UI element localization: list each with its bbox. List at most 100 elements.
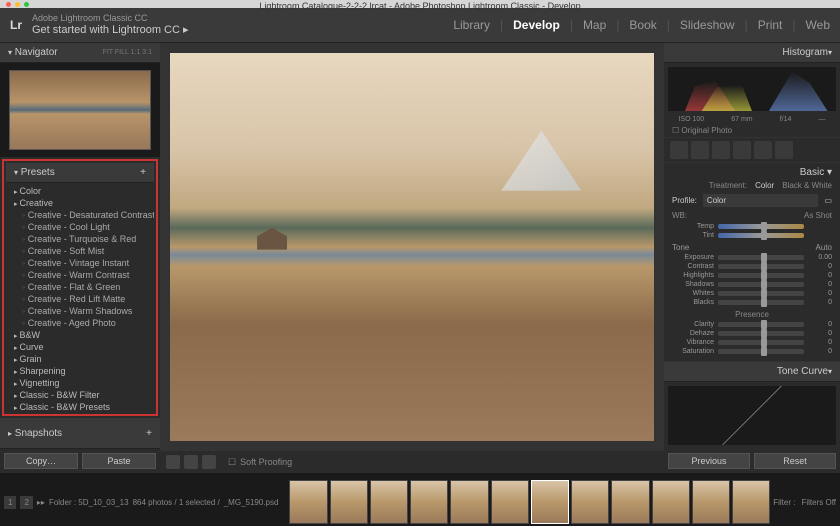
right-panel: Histogram ▾ ISO 100 67 mm f/14 — ☐ Origi… [664, 43, 840, 473]
shadows-slider[interactable] [718, 282, 804, 287]
window-title: Lightroom Catalogue-2-2-2.lrcat - Adobe … [259, 1, 580, 11]
saturation-slider[interactable] [718, 349, 804, 354]
app-name: Adobe Lightroom Classic CC [32, 14, 189, 24]
minimize-icon[interactable] [15, 2, 20, 7]
dehaze-slider[interactable] [718, 331, 804, 336]
preset-item[interactable]: Creative - Warm Contrast [10, 269, 150, 281]
filmstrip-thumbs [289, 480, 770, 524]
secondary-display-icon[interactable]: 2 [20, 496, 32, 509]
module-picker: Library| Develop| Map| Book| Slideshow| … [453, 18, 830, 32]
app-getting-started[interactable]: Get started with Lightroom CC ▸ [32, 23, 189, 36]
zoom-icon[interactable] [24, 2, 29, 7]
close-icon[interactable] [6, 2, 11, 7]
module-slideshow[interactable]: Slideshow [680, 18, 735, 32]
soft-proofing-toggle[interactable]: Soft Proofing [240, 457, 292, 467]
presets-tree: Color Creative Creative - Desaturated Co… [6, 183, 154, 416]
treatment-bw[interactable]: Black & White [782, 181, 832, 190]
module-map[interactable]: Map [583, 18, 606, 32]
preset-item[interactable]: Creative - Flat & Green [10, 281, 150, 293]
filters-off-button[interactable]: Filters Off [801, 498, 836, 507]
thumb[interactable] [611, 480, 649, 524]
tonecurve-header[interactable]: Tone Curve ▾ [664, 362, 840, 382]
reset-button[interactable]: Reset [754, 453, 836, 469]
snapshots-header[interactable]: ▸ Snapshots+ [0, 418, 160, 449]
whites-slider[interactable] [718, 291, 804, 296]
crop-tool-icon[interactable] [670, 141, 688, 159]
preset-group[interactable]: Grain [10, 353, 150, 365]
preset-group[interactable]: Vignetting [10, 377, 150, 389]
navigator-zoom-modes[interactable]: FIT FILL 1:1 3:1 [103, 49, 152, 56]
treatment-color[interactable]: Color [755, 181, 774, 190]
navigator-preview[interactable] [0, 63, 160, 157]
highlights-slider[interactable] [718, 273, 804, 278]
filmstrip-folder[interactable]: Folder : 5D_10_03_13 [49, 498, 129, 507]
vibrance-slider[interactable] [718, 340, 804, 345]
thumb[interactable] [732, 480, 770, 524]
gradient-tool-icon[interactable] [733, 141, 751, 159]
preset-item[interactable]: Creative - Desaturated Contrast [10, 209, 150, 221]
presets-header[interactable]: ▾ Presets+ [6, 163, 154, 183]
previous-button[interactable]: Previous [668, 453, 750, 469]
preset-group[interactable]: Classic - B&W Presets [10, 401, 150, 413]
filmstrip: 1 2 ▸▸ Folder : 5D_10_03_13 864 photos /… [0, 473, 840, 526]
preset-item[interactable]: Creative - Aged Photo [10, 317, 150, 329]
profile-browser-icon[interactable]: ▭ [824, 196, 832, 205]
profile-select[interactable]: Color [703, 194, 819, 207]
preset-group[interactable]: B&W [10, 329, 150, 341]
preset-group-color[interactable]: Color [10, 185, 150, 197]
original-photo-toggle[interactable]: ☐ Original Photo [664, 124, 840, 138]
histogram-iso: ISO 100 [679, 116, 705, 123]
thumb[interactable] [370, 480, 408, 524]
histogram[interactable] [668, 67, 836, 111]
preset-item[interactable]: Creative - Turquoise & Red [10, 233, 150, 245]
thumb[interactable] [692, 480, 730, 524]
clarity-slider[interactable] [718, 322, 804, 327]
redeye-tool-icon[interactable] [712, 141, 730, 159]
paste-button[interactable]: Paste [82, 453, 156, 469]
wb-select[interactable]: As Shot [804, 211, 832, 220]
thumb[interactable] [450, 480, 488, 524]
before-after-icon[interactable] [184, 455, 198, 469]
exposure-slider[interactable] [718, 255, 804, 260]
thumb[interactable] [289, 480, 327, 524]
grid-icon[interactable] [202, 455, 216, 469]
histogram-header[interactable]: Histogram ▾ [664, 43, 840, 63]
preset-group[interactable]: Classic - B&W Filter [10, 389, 150, 401]
brush-tool-icon[interactable] [775, 141, 793, 159]
blacks-slider[interactable] [718, 300, 804, 305]
thumb[interactable] [652, 480, 690, 524]
temp-slider[interactable] [718, 224, 804, 229]
radial-tool-icon[interactable] [754, 141, 772, 159]
spot-tool-icon[interactable] [691, 141, 709, 159]
thumb[interactable] [410, 480, 448, 524]
thumb[interactable] [491, 480, 529, 524]
preset-group[interactable]: Classic - B&W Toned [10, 413, 150, 416]
preset-item[interactable]: Creative - Soft Mist [10, 245, 150, 257]
module-web[interactable]: Web [806, 18, 830, 32]
thumb[interactable] [330, 480, 368, 524]
preset-item[interactable]: Creative - Cool Light [10, 221, 150, 233]
preset-group-creative[interactable]: Creative [10, 197, 150, 209]
filmstrip-filename: _MG_5190.psd [224, 498, 279, 507]
copy-button[interactable]: Copy… [4, 453, 78, 469]
photo-canvas[interactable] [170, 53, 654, 441]
module-book[interactable]: Book [629, 18, 656, 32]
thumb-selected[interactable] [531, 480, 569, 524]
os-titlebar: Lightroom Catalogue-2-2-2.lrcat - Adobe … [0, 0, 840, 8]
tint-slider[interactable] [718, 233, 804, 238]
preset-item[interactable]: Creative - Vintage Instant [10, 257, 150, 269]
contrast-slider[interactable] [718, 264, 804, 269]
module-develop[interactable]: Develop [513, 18, 560, 32]
grid-view-icon[interactable]: 1 [4, 496, 16, 509]
preset-group[interactable]: Sharpening [10, 365, 150, 377]
navigator-header[interactable]: ▾ Navigator FIT FILL 1:1 3:1 [0, 43, 160, 63]
preset-item[interactable]: Creative - Warm Shadows [10, 305, 150, 317]
loupe-view-icon[interactable] [166, 455, 180, 469]
auto-tone-button[interactable]: Auto [816, 243, 832, 252]
module-library[interactable]: Library [453, 18, 490, 32]
preset-item[interactable]: Creative - Red Lift Matte [10, 293, 150, 305]
module-print[interactable]: Print [758, 18, 783, 32]
thumb[interactable] [571, 480, 609, 524]
tone-curve[interactable] [668, 386, 836, 445]
preset-group[interactable]: Curve [10, 341, 150, 353]
